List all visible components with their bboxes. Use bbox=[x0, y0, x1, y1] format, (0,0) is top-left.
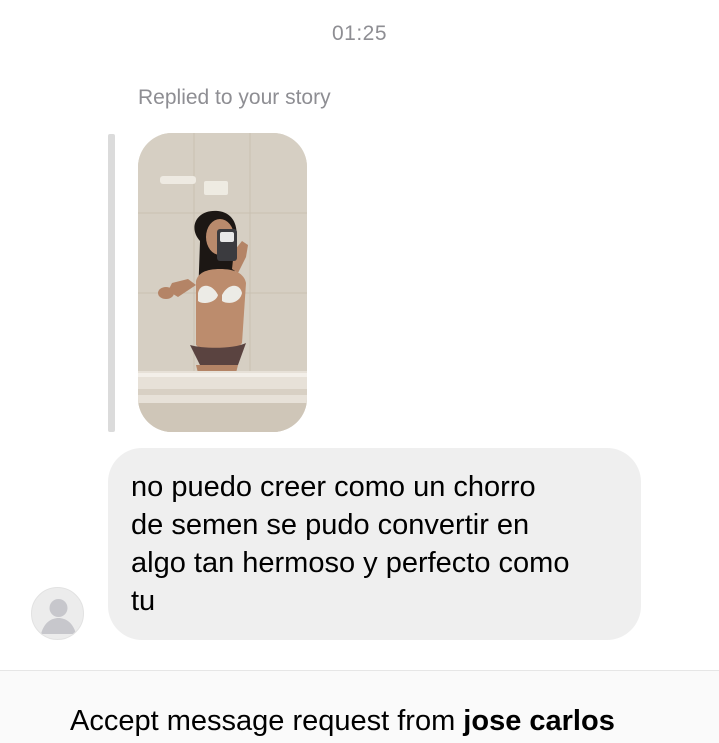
message-request-banner: Accept message request from jose carlos bbox=[0, 671, 719, 743]
message-bubble[interactable]: no puedo creer como un chorro de semen s… bbox=[108, 448, 641, 640]
replied-to-story-label: Replied to your story bbox=[138, 86, 331, 109]
message-text: no puedo creer como un chorro de semen s… bbox=[131, 471, 570, 617]
person-silhouette-icon bbox=[41, 599, 76, 634]
story-photo-icon bbox=[138, 133, 307, 432]
accept-request-prompt: Accept message request from jose carlos bbox=[70, 705, 615, 738]
request-sender-name[interactable]: jose carlos bbox=[463, 705, 615, 737]
story-preview-thumbnail[interactable] bbox=[138, 133, 307, 432]
message-row: no puedo creer como un chorro de semen s… bbox=[0, 448, 719, 640]
reply-indicator-bar bbox=[108, 134, 115, 432]
default-avatar-icon[interactable] bbox=[31, 587, 84, 640]
message-timestamp: 01:25 bbox=[331, 22, 388, 45]
accept-request-prefix: Accept message request from bbox=[70, 705, 464, 737]
